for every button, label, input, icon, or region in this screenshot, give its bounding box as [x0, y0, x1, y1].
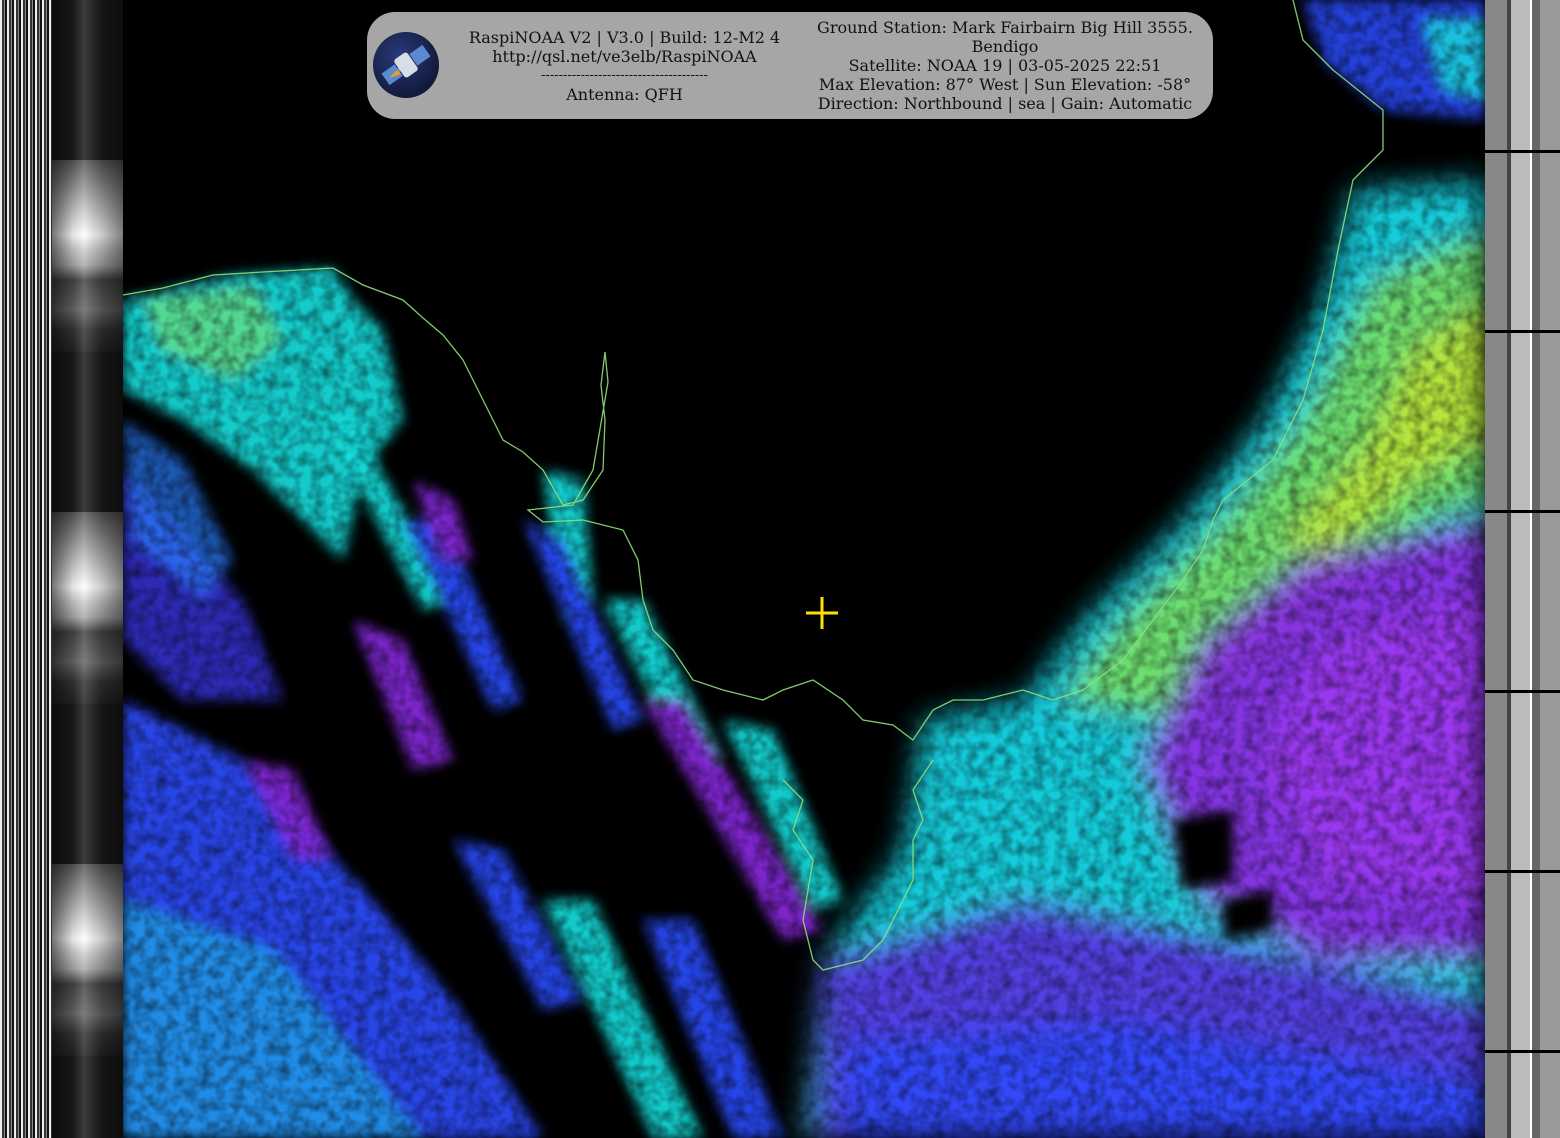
crosshair-icon — [806, 597, 838, 629]
ground-station-location: Bendigo — [971, 37, 1039, 56]
software-info: RaspiNOAA V2 | V3.0 | Build: 12-M2 4 htt… — [462, 28, 787, 104]
satellite-info: Satellite: NOAA 19 | 03-05-2025 22:51 — [848, 56, 1162, 75]
separator-line: -------------------------------------- — [541, 68, 708, 83]
telemetry-strip-right — [1485, 0, 1560, 1138]
pass-details: Ground Station: Mark Fairbairn Big Hill … — [810, 18, 1200, 113]
direction-info: Direction: Northbound | sea | Gain: Auto… — [817, 94, 1193, 113]
false-color-imagery — [123, 0, 1485, 1138]
project-url: http://qsl.net/ve3elb/RaspiNOAA — [492, 47, 757, 66]
satellite-image — [123, 0, 1485, 1138]
elevation-info: Max Elevation: 87° West | Sun Elevation:… — [818, 75, 1192, 94]
telemetry-strip-left — [0, 0, 123, 1138]
telemetry-ticks — [1485, 0, 1560, 1138]
sync-bars — [0, 0, 52, 1138]
calibration-wedges — [52, 0, 123, 1138]
antenna-info: Antenna: QFH — [566, 85, 683, 104]
software-version: RaspiNOAA V2 | V3.0 | Build: 12-M2 4 — [468, 28, 781, 47]
pass-info-banner: RaspiNOAA V2 | V3.0 | Build: 12-M2 4 htt… — [367, 12, 1213, 119]
ground-station: Ground Station: Mark Fairbairn Big Hill … — [817, 18, 1193, 37]
satellite-logo-icon — [373, 32, 439, 98]
